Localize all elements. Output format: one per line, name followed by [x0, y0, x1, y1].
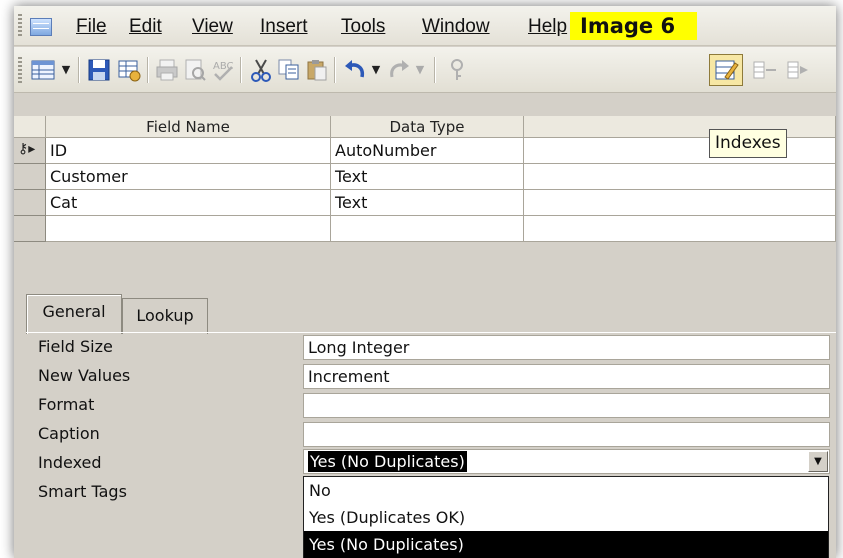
property-label-format: Format [38, 395, 95, 414]
header-data-type[interactable]: Data Type [331, 116, 524, 138]
field-name-cell[interactable] [46, 216, 331, 242]
data-type-cell[interactable]: Text [331, 164, 524, 190]
table-design-icon[interactable] [30, 18, 52, 36]
view-dropdown-arrow[interactable]: ▼ [60, 57, 72, 83]
row-selector[interactable]: ⚷▸ [14, 138, 46, 164]
field-size-value[interactable]: Long Integer [303, 335, 830, 360]
image-tag: Image 6 [570, 12, 698, 40]
description-cell[interactable] [524, 190, 836, 216]
description-cell[interactable] [524, 138, 836, 164]
menu-file[interactable]: File [76, 16, 107, 38]
access-window: File Edit View Insert Tools Window Help … [14, 6, 836, 558]
property-label-field-size: Field Size [38, 337, 113, 356]
print-icon[interactable] [154, 57, 180, 83]
grid-corner [14, 116, 46, 138]
delete-rows-icon[interactable] [786, 57, 812, 83]
format-value[interactable] [303, 393, 830, 418]
print-preview-icon[interactable] [182, 57, 208, 83]
toolbar-separator [240, 57, 241, 83]
new-values-value[interactable]: Increment [303, 364, 830, 389]
menu-bar: File Edit View Insert Tools Window Help … [14, 6, 836, 46]
menu-view-label: View [192, 16, 233, 37]
tab-lookup[interactable]: Lookup [122, 298, 208, 334]
data-type-cell[interactable] [331, 216, 524, 242]
insert-rows-icon[interactable] [752, 57, 778, 83]
field-name-cell[interactable]: Cat [46, 190, 331, 216]
toolbar: ▼ ABC ▼ ▼ [14, 47, 836, 93]
row-selector[interactable] [14, 190, 46, 216]
toolbar-separator [434, 57, 435, 83]
menu-help-label: Help [528, 16, 568, 37]
menu-window[interactable]: Window [422, 16, 490, 38]
dropdown-option-no[interactable]: No [304, 477, 828, 504]
menubar-grip[interactable] [18, 14, 22, 38]
screenshot-frame: File Edit View Insert Tools Window Help … [0, 0, 843, 558]
row-selector[interactable] [14, 164, 46, 190]
cut-icon[interactable] [248, 57, 274, 83]
redo-icon[interactable] [386, 57, 412, 83]
property-label-caption: Caption [38, 424, 100, 443]
property-label-new-values: New Values [38, 366, 131, 385]
table-icon[interactable] [116, 57, 142, 83]
save-icon[interactable] [86, 57, 112, 83]
indexes-icon[interactable] [713, 57, 739, 83]
primary-key-icon[interactable] [444, 57, 470, 83]
field-name-cell[interactable]: ID [46, 138, 331, 164]
indexed-selected-value: Yes (No Duplicates) [308, 451, 467, 472]
menu-insert-label: Insert [260, 16, 308, 37]
description-cell[interactable] [524, 164, 836, 190]
row-selector[interactable] [14, 216, 46, 242]
menu-insert[interactable]: Insert [260, 16, 308, 38]
caption-value[interactable] [303, 422, 830, 447]
undo-dropdown-arrow[interactable]: ▼ [370, 57, 382, 83]
property-label-smart-tags: Smart Tags [38, 482, 127, 501]
property-label-indexed: Indexed [38, 453, 102, 472]
header-field-name[interactable]: Field Name [46, 116, 331, 138]
svg-text:ABC: ABC [213, 61, 234, 72]
indexes-tooltip: Indexes [709, 129, 787, 158]
toolbar-separator [147, 57, 148, 83]
redo-dropdown-arrow[interactable]: ▼ [414, 57, 426, 83]
menu-view[interactable]: View [192, 16, 233, 38]
menu-window-label: Window [422, 16, 490, 37]
toolbar-separator [78, 57, 79, 83]
menu-edit[interactable]: Edit [129, 16, 162, 38]
key-pointer-icon: ⚷▸ [18, 141, 36, 157]
menu-tools-label: Tools [341, 16, 386, 37]
indexed-dropdown-list: No Yes (Duplicates OK) Yes (No Duplicate… [303, 476, 829, 558]
data-type-cell[interactable]: AutoNumber [331, 138, 524, 164]
dropdown-option-no-duplicates[interactable]: Yes (No Duplicates) [304, 531, 828, 558]
indexed-dropdown-button[interactable]: ▼ [808, 451, 828, 472]
paste-icon[interactable] [304, 57, 330, 83]
tab-general[interactable]: General [26, 294, 122, 334]
field-name-cell[interactable]: Customer [46, 164, 331, 190]
data-type-cell[interactable]: Text [331, 190, 524, 216]
header-description[interactable] [524, 116, 836, 138]
tab-panel-border [26, 332, 836, 333]
copy-icon[interactable] [276, 57, 302, 83]
menu-edit-label: Edit [129, 16, 162, 37]
menu-help[interactable]: Help [528, 16, 567, 38]
menu-tools[interactable]: Tools [341, 16, 385, 38]
dropdown-option-duplicates-ok[interactable]: Yes (Duplicates OK) [304, 504, 828, 531]
spelling-icon[interactable]: ABC [210, 57, 236, 83]
toolbar-separator [334, 57, 335, 83]
toolbar-grip[interactable] [18, 57, 22, 83]
menu-file-label: File [76, 16, 107, 37]
indexed-select[interactable]: Yes (No Duplicates) ▼ [303, 449, 830, 474]
view-icon[interactable] [30, 57, 56, 83]
undo-icon[interactable] [342, 57, 368, 83]
description-cell[interactable] [524, 216, 836, 242]
